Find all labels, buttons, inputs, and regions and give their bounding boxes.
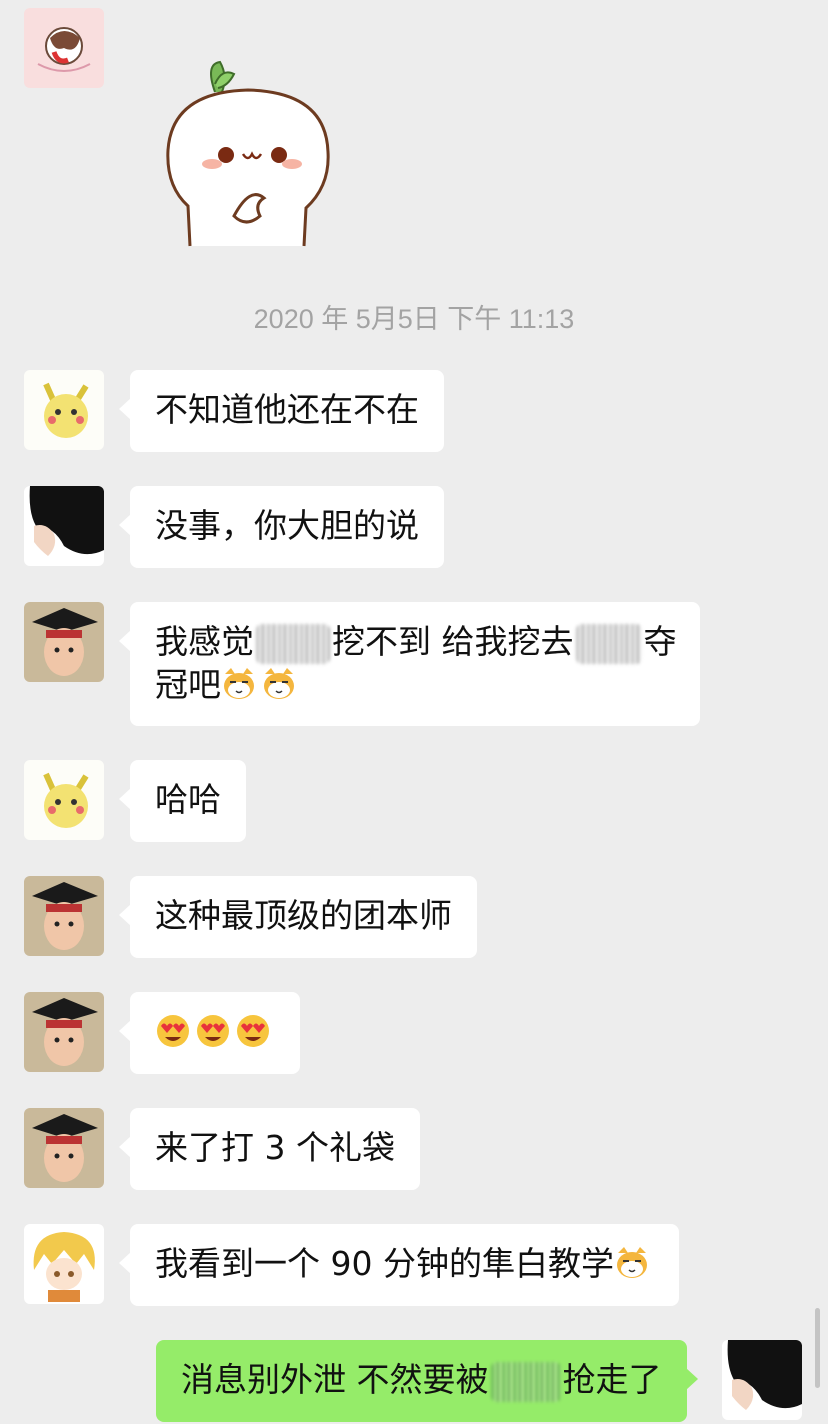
redacted-blur bbox=[256, 623, 330, 664]
avatar-dark-hair[interactable] bbox=[24, 486, 104, 566]
message-bubble[interactable]: 我看到一个 90 分钟的隼白教学 bbox=[119, 1224, 679, 1306]
message-bubble[interactable]: 不知道他还在不在 bbox=[119, 370, 444, 452]
cat-emoji bbox=[221, 666, 257, 702]
avatar-pikachu[interactable] bbox=[24, 760, 104, 840]
message-text: 不知道他还在不在 bbox=[155, 390, 419, 429]
message-line: 我感觉 挖不到 给我挖去 夺 bbox=[155, 621, 677, 664]
avatar-graduate-boy[interactable] bbox=[24, 602, 104, 682]
white-bun-sticker[interactable] bbox=[160, 56, 335, 251]
avatar-cartoon-girl[interactable] bbox=[24, 8, 104, 88]
avatar-pikachu[interactable] bbox=[24, 370, 104, 450]
message-text: 这种最顶级的团本师 bbox=[155, 896, 452, 935]
heart-eyes-emoji bbox=[235, 1013, 271, 1049]
chat-timestamp: 2020 年 5月5日 下午 11:13 bbox=[253, 304, 575, 334]
message-bubble[interactable]: 我感觉 挖不到 给我挖去 夺 冠吧 bbox=[119, 602, 700, 726]
message-text: 挖不到 给我挖去 bbox=[332, 622, 574, 661]
message-text: 抢走了 bbox=[562, 1360, 662, 1399]
redacted-blur bbox=[575, 623, 642, 664]
avatar-self[interactable] bbox=[722, 1340, 802, 1420]
message-bubble[interactable]: 没事，你大胆的说 bbox=[119, 486, 444, 568]
message-text: 没事，你大胆的说 bbox=[155, 506, 419, 545]
message-text: 夺 bbox=[643, 622, 677, 661]
heart-eyes-emoji bbox=[195, 1013, 231, 1049]
message-line: 冠吧 bbox=[155, 664, 675, 706]
avatar-graduate-boy[interactable] bbox=[24, 1108, 104, 1188]
message-text: 冠吧 bbox=[155, 664, 221, 704]
avatar-graduate-boy[interactable] bbox=[24, 876, 104, 956]
message-text: 消息别外泄 不然要被 bbox=[181, 1360, 489, 1399]
avatar-anime-boy[interactable] bbox=[24, 1224, 104, 1304]
avatar-graduate-boy[interactable] bbox=[24, 992, 104, 1072]
cat-emoji bbox=[614, 1245, 650, 1281]
message-bubble[interactable]: 这种最顶级的团本师 bbox=[119, 876, 477, 958]
message-text: 我感觉 bbox=[155, 622, 254, 661]
message-bubble[interactable] bbox=[119, 992, 300, 1074]
message-bubble[interactable]: 来了打 3 个礼袋 bbox=[119, 1108, 420, 1190]
cat-emoji bbox=[261, 666, 297, 702]
heart-eyes-emoji bbox=[155, 1013, 191, 1049]
message-bubble[interactable]: 哈哈 bbox=[119, 760, 246, 842]
scrollbar[interactable] bbox=[815, 1308, 820, 1388]
redacted-blur bbox=[490, 1361, 561, 1402]
message-text: 我看到一个 90 分钟的隼白教学 bbox=[155, 1244, 614, 1283]
message-text: 来了打 3 个礼袋 bbox=[155, 1128, 395, 1167]
message-text: 哈哈 bbox=[155, 780, 221, 819]
outgoing-message-bubble[interactable]: 消息别外泄 不然要被 抢走了 bbox=[156, 1340, 697, 1422]
